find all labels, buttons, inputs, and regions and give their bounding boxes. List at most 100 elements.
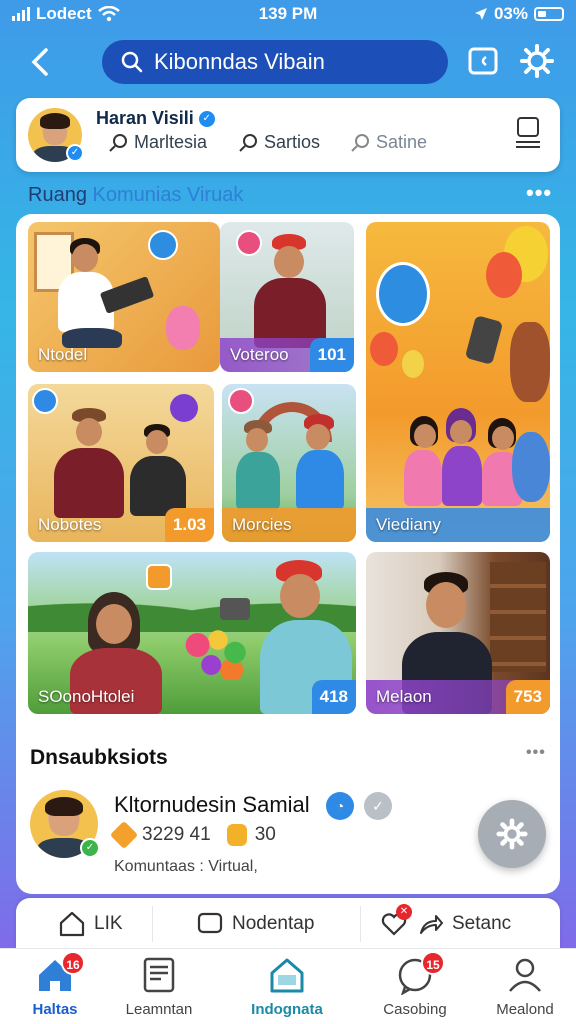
heart-notify-icon: ✕ — [380, 904, 412, 938]
share-label: Setanc — [452, 913, 512, 934]
user-name: Kltornudesin Samial — [114, 792, 310, 818]
profile-field-1-text: Marltesia — [134, 132, 208, 152]
battery-percent: 03% — [493, 4, 528, 23]
profile-field-1[interactable]: Marltesia — [108, 132, 207, 153]
balloons-cluster — [184, 630, 252, 680]
tile-badge: 1.03 — [164, 508, 214, 542]
status-right: 03% — [474, 4, 564, 24]
gallery-tile[interactable]: Viediany — [366, 222, 550, 542]
gallery-tile[interactable]: Melaon 753 — [366, 552, 550, 714]
location-icon — [474, 8, 487, 20]
gallery-tile[interactable]: Voteroo 101 — [220, 222, 354, 372]
profile-field-3[interactable]: Satine — [350, 132, 427, 153]
battery-icon — [534, 7, 564, 21]
check-badge-icon[interactable]: ✓ — [364, 792, 392, 820]
section-title-part2: Komunias — [92, 184, 182, 206]
subscriptions-title: Dnsaubksiots — [30, 746, 168, 769]
comment-action[interactable]: Nodentap — [196, 910, 314, 938]
profile-card[interactable]: ✓ Haran Visili ✓ Marltesia Sartios Satin… — [16, 98, 560, 172]
tile-badge: 101 — [309, 338, 354, 372]
group-figures — [404, 408, 524, 512]
settings-fab[interactable] — [478, 800, 546, 868]
community-gallery: Ntodel Voteroo 101 Viediany Nobotes 1.03… — [16, 214, 560, 732]
tab-learn[interactable]: Leamntan — [104, 955, 214, 1018]
tile-label: SOonoHtolei — [38, 687, 135, 706]
tab-community[interactable]: Indognata — [232, 955, 342, 1018]
tab-label: Casobing — [383, 1001, 447, 1018]
stat-value-1: 3229 41 — [142, 824, 211, 845]
coin-icon — [109, 820, 139, 850]
gallery-tile[interactable]: SOonoHtolei 418 — [28, 552, 356, 714]
section-title-part3: Viruak — [181, 184, 244, 206]
person-figure — [236, 420, 286, 510]
user-subtitle: Komuntaas : Virtual, — [114, 858, 258, 875]
user-icon — [509, 958, 541, 992]
tab-chat[interactable]: 15 Casobing — [360, 951, 470, 1018]
notification-badge: 16 — [61, 951, 85, 975]
camera-shape — [220, 598, 250, 620]
balloon-icon — [148, 230, 178, 260]
balloon-icon — [370, 332, 398, 366]
profile-name: Haran Visili ✓ — [96, 108, 215, 129]
share-action[interactable]: ✕ Setanc — [380, 904, 512, 938]
section-title-part1: Ruang — [28, 184, 93, 206]
back-icon[interactable] — [22, 44, 58, 80]
gallery-tile[interactable]: Morcies — [222, 384, 356, 542]
tab-home[interactable]: 16 Haltas — [0, 951, 110, 1018]
tab-label: Haltas — [32, 1001, 78, 1018]
gallery-tile[interactable]: Ntodel — [28, 222, 220, 372]
tile-label: Morcies — [222, 508, 356, 542]
search-text: Kibonndas Vibain — [154, 49, 325, 74]
gallery-tile[interactable]: Nobotes 1.03 — [28, 384, 214, 542]
tab-label: Leamntan — [125, 1001, 193, 1018]
subscriptions-panel: Dnsaubksiots ••• ✓ Kltornudesin Samial ◔… — [16, 732, 560, 894]
tab-profile[interactable]: Mealond — [470, 955, 576, 1018]
person-figure — [50, 408, 130, 518]
divider — [152, 906, 153, 942]
home-outline-icon — [59, 911, 85, 937]
search-small-icon — [109, 133, 127, 152]
profile-field-2-text: Sartios — [264, 132, 321, 152]
person-figure — [130, 424, 190, 518]
stat-value-2: 30 — [254, 824, 276, 845]
share-icon — [420, 915, 443, 934]
person-figure — [292, 414, 348, 510]
plush-toy — [512, 432, 550, 502]
section-title: Ruang Komunias Viruak — [28, 184, 243, 207]
comment-label: Nodentap — [232, 913, 315, 934]
media-icon[interactable] — [466, 44, 500, 78]
chat-badge-icon[interactable]: ◔ — [326, 792, 354, 820]
more-icon[interactable]: ••• — [526, 744, 546, 762]
search-small-icon — [351, 133, 369, 152]
device-icon[interactable] — [514, 114, 542, 150]
settings-icon[interactable] — [520, 44, 554, 78]
top-navigation: Kibonndas Vibain — [0, 36, 576, 90]
comment-icon — [197, 912, 223, 934]
action-bar: LIK Nodentap ✕ Setanc — [16, 898, 560, 950]
chat-bubble-icon — [236, 230, 262, 256]
chat-icon — [228, 388, 254, 414]
balloon-icon — [376, 262, 430, 326]
tab-label: Mealond — [496, 1001, 554, 1018]
shelf-shape — [490, 562, 546, 672]
profile-name-text: Haran Visili — [96, 108, 194, 128]
token-icon — [226, 824, 247, 846]
search-bar[interactable]: Kibonndas Vibain — [102, 40, 448, 84]
verified-icon: ✓ — [66, 144, 84, 162]
search-small-icon — [239, 133, 257, 152]
tile-badge: 753 — [505, 680, 550, 714]
tab-label: Indognata — [251, 1001, 323, 1018]
tile-label: Viediany — [366, 508, 550, 542]
photo-icon — [146, 564, 172, 590]
bottom-tab-bar: 16 Haltas Leamntan Indognata 15 Casobing… — [0, 948, 576, 1024]
notify-dot: ✕ — [396, 904, 412, 920]
tile-label: Ntodel — [38, 345, 88, 364]
balloon-icon — [170, 394, 198, 422]
mascot-figure — [510, 322, 550, 402]
profile-field-2[interactable]: Sartios — [238, 132, 320, 153]
user-name-text: Kltornudesin Samial — [114, 792, 310, 817]
like-action[interactable]: LIK — [58, 910, 123, 938]
balloon-icon — [402, 350, 424, 378]
section-more-icon[interactable]: ••• — [526, 180, 552, 206]
balloon-icon — [486, 252, 522, 298]
